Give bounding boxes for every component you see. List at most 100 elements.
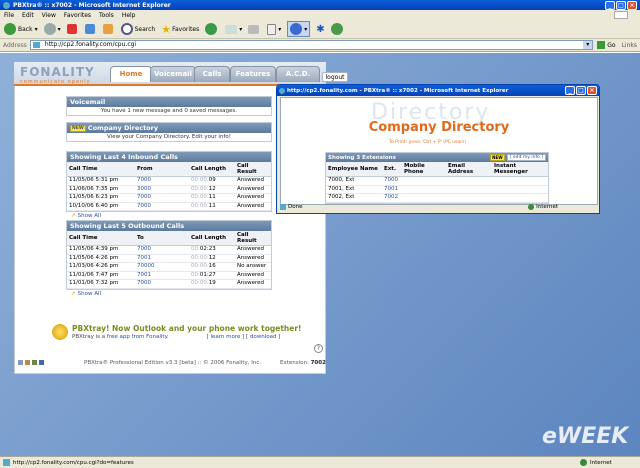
window-title-bar: PBXtra® :: x7002 - Microsoft Internet Ex…	[0, 0, 640, 10]
promo-free-link[interactable]: free app from Fonality.	[107, 334, 169, 340]
messenger-button[interactable]	[330, 23, 345, 35]
chevron-down-icon[interactable]: ▾	[583, 41, 593, 49]
window-title: PBXtra® :: x7002 - Microsoft Internet Ex…	[13, 1, 171, 9]
maximize-icon[interactable]: □	[616, 0, 626, 10]
address-bar: Address http://cp2.fonality.com/cpu.cgi …	[0, 39, 640, 52]
ie-icon	[279, 87, 285, 94]
col-call-result: Call Result	[235, 162, 271, 177]
extensions-title: Showing 3 Extensions	[328, 154, 396, 161]
address-label: Address	[3, 41, 27, 49]
tab-home[interactable]: Home	[110, 66, 152, 82]
links-button[interactable]: Links	[622, 42, 637, 49]
table-row: 11/03/06 4:26 pm 70000 00:00:16 No answer	[67, 262, 271, 272]
footer-icon-4[interactable]	[39, 360, 44, 365]
outbound-calls-panel: Showing Last 5 Outbound Calls Call Time …	[66, 220, 272, 297]
discuss-icon	[290, 23, 303, 35]
outbound-show-all[interactable]: ➚ Show All	[67, 289, 271, 299]
table-row: 11/05/06 5:31 pm 7000 00:00:09 Answered	[67, 176, 271, 186]
back-button[interactable]: Back ▾	[4, 23, 38, 35]
tab-calls[interactable]: Calls	[194, 66, 230, 82]
table-row: 11/05/06 4:39 pm 7000 00:02:23 Answered	[67, 245, 271, 255]
learn-more-link[interactable]: learn more	[210, 334, 240, 340]
tab-features[interactable]: Features	[230, 66, 276, 82]
footer-ext: 7002	[310, 360, 326, 366]
popup-status-bar: Done Internet	[280, 203, 598, 211]
menu-view[interactable]: View	[42, 12, 56, 19]
go-button[interactable]: Go	[597, 41, 616, 49]
logout-button[interactable]: logout	[322, 72, 348, 82]
ie-icon	[3, 1, 10, 9]
directory-message[interactable]: View your Company Directory. Edit your i…	[67, 133, 271, 140]
globe-icon	[528, 204, 535, 210]
outbound-table: Call Time To Call Length Call Result 11/…	[67, 231, 271, 289]
stop-button[interactable]	[66, 24, 79, 34]
col-ext: Ext.	[382, 162, 402, 177]
history-button[interactable]	[205, 23, 219, 35]
directory-header[interactable]: NEW Company Directory	[67, 123, 271, 133]
stop-icon	[66, 24, 77, 34]
home-button[interactable]	[102, 24, 115, 34]
download-link[interactable]: download	[250, 334, 277, 340]
address-input[interactable]: http://cp2.fonality.com/cpu.cgi ▾	[29, 40, 594, 50]
col-from: From	[135, 162, 189, 177]
minimize-icon[interactable]: _	[605, 0, 615, 10]
popup-status-done: Done	[288, 204, 303, 210]
menu-favorites[interactable]: Favorites	[64, 12, 91, 19]
close-icon[interactable]: ×	[587, 86, 597, 95]
directory-panel: NEW Company Directory View your Company …	[66, 122, 272, 142]
print-button[interactable]	[248, 24, 261, 34]
minimize-icon[interactable]: _	[565, 86, 575, 95]
edit-page-icon	[267, 23, 277, 35]
print-icon	[248, 24, 260, 34]
fonality-logo: FONALITY communicate openly	[20, 65, 106, 85]
tab-voicemail[interactable]: Voicemail	[150, 66, 196, 82]
col-call-time: Call Time	[67, 231, 135, 246]
arrow-icon: ➚	[71, 213, 76, 219]
menu-help[interactable]: Help	[122, 12, 136, 19]
voicemail-message[interactable]: You have 1 new message and 0 saved messa…	[67, 107, 271, 114]
col-call-length: Call Length	[189, 231, 235, 246]
edit-button[interactable]: ▾	[267, 23, 281, 35]
eweek-watermark: eWEEK	[542, 424, 629, 449]
inbound-table: Call Time From Call Length Call Result 1…	[67, 162, 271, 211]
footer-icon-2[interactable]	[25, 360, 30, 365]
menu-bar: File Edit View Favorites Tools Help	[0, 10, 640, 20]
search-button[interactable]: Search	[120, 23, 155, 35]
favorites-button[interactable]: ★ Favorites	[161, 23, 199, 36]
help-icon[interactable]: ?	[314, 344, 323, 353]
footer-icons	[18, 360, 44, 365]
bluetooth-button[interactable]: ✱	[316, 24, 324, 35]
forward-button[interactable]: ▾	[43, 23, 61, 35]
footer-icon-1[interactable]	[18, 360, 23, 365]
menu-edit[interactable]: Edit	[22, 12, 34, 19]
col-call-time: Call Time	[67, 162, 135, 177]
popup-heading: Company Directory	[368, 120, 510, 135]
new-badge: NEW	[490, 154, 505, 161]
menu-tools[interactable]: Tools	[99, 12, 114, 19]
inbound-title: Showing Last 4 Inbound Calls	[67, 152, 271, 162]
mail-button[interactable]: ▾	[225, 24, 242, 34]
extensions-section: Showing 3 Extensions NEW [ edit my info …	[325, 152, 549, 204]
edit-my-info-button[interactable]: [ edit my info ]	[506, 154, 546, 161]
footer-ext-label: Extension:	[280, 360, 309, 366]
page-icon	[3, 459, 10, 466]
col-mobile-phone: Mobile Phone	[402, 162, 446, 177]
directory-title: Company Directory	[87, 124, 159, 132]
tab-acd[interactable]: A.C.D.	[276, 66, 320, 82]
col-email-address: Email Address	[446, 162, 492, 177]
footer-icon-3[interactable]	[32, 360, 37, 365]
close-icon[interactable]: ×	[627, 0, 637, 10]
globe-icon	[580, 459, 587, 466]
home-icon	[102, 24, 113, 34]
bluetooth-icon: ✱	[316, 23, 325, 35]
discuss-button[interactable]: ▾	[287, 21, 311, 37]
refresh-button[interactable]	[84, 24, 97, 34]
history-icon	[205, 23, 218, 35]
maximize-icon[interactable]: □	[576, 86, 586, 95]
pbxtray-icon	[52, 324, 68, 340]
messenger-icon	[330, 23, 343, 35]
col-to: To	[135, 231, 189, 246]
inbound-calls-panel: Showing Last 4 Inbound Calls Call Time F…	[66, 151, 272, 219]
menu-file[interactable]: File	[4, 12, 14, 19]
refresh-icon	[84, 24, 95, 34]
